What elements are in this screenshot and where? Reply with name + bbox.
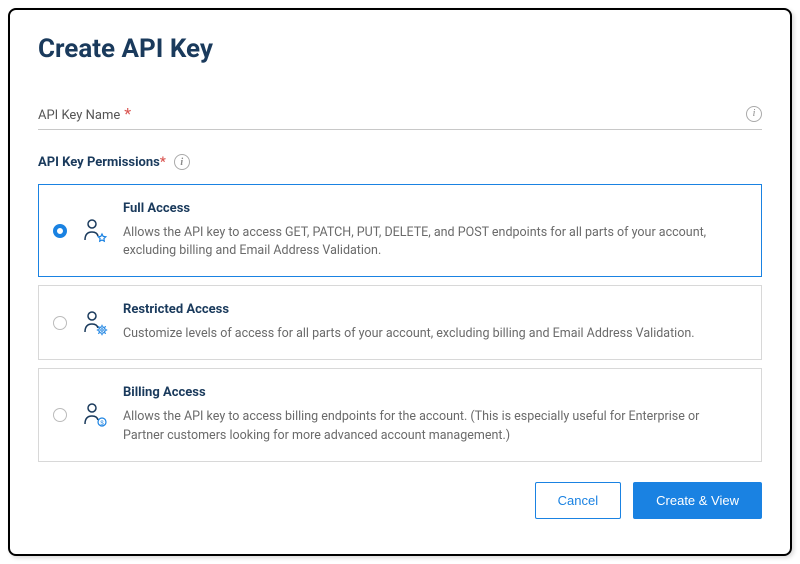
person-star-icon: [81, 217, 109, 245]
permission-option-full-access[interactable]: Full Access Allows the API key to access…: [38, 184, 762, 277]
create-view-button[interactable]: Create & View: [633, 482, 762, 519]
api-key-name-field[interactable]: API Key Name * i: [38, 104, 762, 130]
permission-title: Billing Access: [123, 385, 743, 400]
required-asterisk: *: [160, 155, 166, 170]
info-icon[interactable]: i: [746, 106, 762, 122]
radio-restricted-access[interactable]: [53, 316, 67, 330]
permission-description: Allows the API key to access GET, PATCH,…: [123, 224, 743, 260]
required-asterisk: *: [124, 104, 131, 123]
info-icon[interactable]: i: [174, 154, 190, 170]
permission-title: Restricted Access: [123, 302, 743, 317]
radio-billing-access[interactable]: [53, 408, 67, 422]
permission-description: Customize levels of access for all parts…: [123, 325, 743, 343]
permission-option-restricted-access[interactable]: Restricted Access Customize levels of ac…: [38, 285, 762, 360]
permission-title: Full Access: [123, 201, 743, 216]
person-dollar-icon: $: [81, 401, 109, 429]
api-key-name-label: API Key Name: [38, 108, 120, 123]
permissions-section-label: API Key Permissions* i: [38, 154, 762, 170]
cancel-button[interactable]: Cancel: [535, 482, 621, 519]
create-api-key-dialog: Create API Key API Key Name * i API Key …: [8, 8, 792, 556]
permission-option-billing-access[interactable]: $ Billing Access Allows the API key to a…: [38, 368, 762, 461]
permission-description: Allows the API key to access billing end…: [123, 408, 743, 444]
dialog-footer: Cancel Create & View: [38, 482, 762, 519]
radio-full-access[interactable]: [53, 224, 67, 238]
page-title: Create API Key: [38, 34, 762, 64]
person-gear-icon: [81, 309, 109, 337]
